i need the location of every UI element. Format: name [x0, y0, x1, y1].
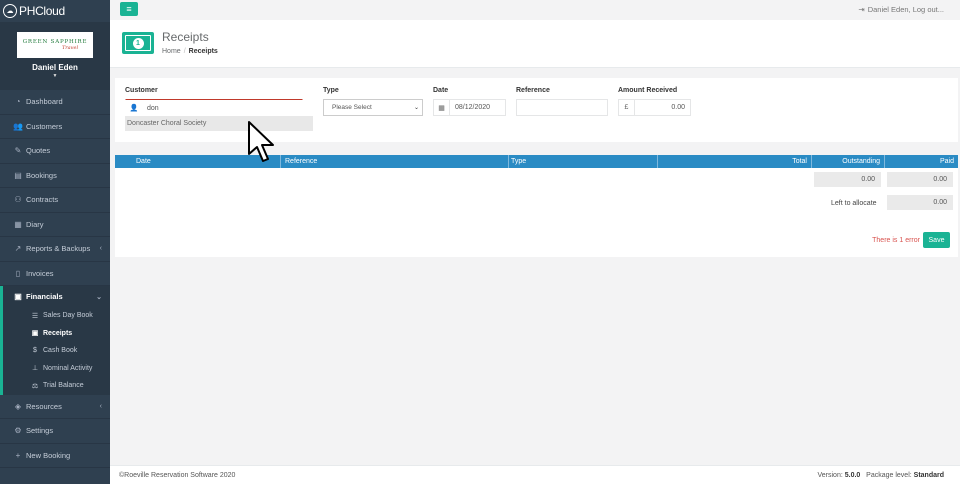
dollar-icon: $	[33, 347, 37, 355]
balance-icon: ⚖	[31, 382, 39, 390]
amount-label: Amount Received	[618, 87, 678, 94]
page-heading: 1 Receipts Home / Receipts	[110, 20, 960, 68]
file-icon: ▯	[15, 268, 21, 278]
left-to-allocate-label: Left to allocate	[831, 200, 877, 207]
date-input[interactable]: ▦ 08/12/2020	[433, 99, 506, 116]
cloud-logo-icon: ☁	[3, 4, 17, 18]
sidebar: ☁ PHCloud GREEN SAPPHIRE Travel Daniel E…	[0, 0, 110, 484]
company-logo: GREEN SAPPHIRE Travel	[17, 32, 93, 58]
customer-suggestion[interactable]: Doncaster Choral Society	[125, 116, 313, 131]
sidebar-nav: ◔ Dashboard 👥 Customers ✎ Quotes ▤ Bookings …	[0, 90, 110, 307]
customer-label: Customer	[125, 87, 158, 94]
sidebar-item-financials[interactable]: ▣ Financials ⌄	[0, 286, 110, 307]
type-select[interactable]: Please Select ⌄	[323, 99, 423, 116]
logout-link[interactable]: ⇥ Daniel Eden, Log out...	[858, 5, 944, 14]
page-title: Receipts	[162, 30, 209, 44]
sidebar-item-bookings[interactable]: ▤ Bookings	[0, 164, 110, 188]
sidebar-item-resources[interactable]: ◈ Resources ‹	[0, 395, 110, 419]
chevron-down-icon: ⌄	[413, 105, 419, 111]
outstanding-total: 0.00	[814, 172, 881, 187]
mouse-cursor-icon	[248, 121, 274, 162]
money-icon: ▣	[31, 330, 39, 338]
breadcrumb: Home / Receipts	[162, 48, 218, 55]
footer: ©Roeville Reservation Software 2020 Vers…	[110, 465, 960, 484]
menu-toggle-button[interactable]: ≡	[120, 2, 138, 16]
receipt-form: Customer 👤 don Doncaster Choral Society …	[115, 78, 958, 142]
customer-input[interactable]: 👤 don	[125, 99, 303, 116]
calendar-icon: ▦	[14, 219, 22, 229]
plus-icon: +	[15, 450, 21, 460]
breadcrumb-home[interactable]: Home	[162, 48, 181, 55]
sidebar-item-settings[interactable]: ⚙ Settings	[0, 419, 110, 444]
profile-user-name[interactable]: Daniel Eden	[32, 63, 78, 72]
profile: GREEN SAPPHIRE Travel Daniel Eden ▼	[0, 22, 110, 90]
money-bill-icon: 1	[122, 32, 154, 54]
paid-total: 0.00	[887, 172, 953, 187]
amount-input[interactable]: £ 0.00	[618, 99, 691, 116]
left-to-allocate-value: 0.00	[887, 195, 953, 210]
allocation-table: Date Reference Type Total Outstanding Pa…	[115, 155, 958, 257]
reference-input[interactable]	[516, 99, 608, 116]
calendar-icon: ▦	[434, 100, 450, 115]
col-total[interactable]: Total	[658, 155, 812, 168]
chart-icon: ↗	[14, 244, 22, 254]
user-icon: 👤	[129, 105, 139, 112]
sidebar-item-trial-balance[interactable]: ⚖ Trial Balance	[0, 377, 110, 395]
sidebar-item-contracts[interactable]: ⚇ Contracts	[0, 188, 110, 213]
sidebar-item-sales-day-book[interactable]: ☰ Sales Day Book	[0, 307, 110, 325]
breadcrumb-current: Receipts	[188, 48, 218, 55]
sidebar-item-cash-book[interactable]: $ Cash Book	[0, 342, 110, 360]
sidebar-item-new-booking[interactable]: + New Booking	[0, 444, 110, 468]
sidebar-item-receipts[interactable]: ▣ Receipts	[0, 324, 110, 342]
list-icon: ☰	[31, 312, 39, 320]
col-paid[interactable]: Paid	[885, 155, 958, 168]
save-button[interactable]: Save	[923, 232, 950, 248]
cogs-icon: ⚙	[14, 426, 22, 436]
top-bar: ≡ ⇥ Daniel Eden, Log out...	[110, 0, 960, 20]
error-message: There is 1 error	[872, 237, 920, 244]
hamburger-icon: ≡	[126, 4, 132, 14]
pencil-icon: ✎	[14, 146, 22, 156]
sign-out-icon: ⇥	[858, 5, 865, 14]
table-header: Date Reference Type Total Outstanding Pa…	[115, 155, 958, 168]
brand-name: PHCloud	[19, 4, 65, 18]
footer-copyright: ©Roeville Reservation Software 2020	[119, 472, 236, 479]
users-icon: 👥	[13, 121, 23, 131]
type-label: Type	[323, 87, 339, 94]
sidebar-item-diary[interactable]: ▦ Diary	[0, 213, 110, 237]
col-reference[interactable]: Reference	[281, 155, 509, 168]
reference-label: Reference	[516, 87, 550, 94]
sidebar-item-invoices[interactable]: ▯ Invoices	[0, 262, 110, 286]
sidebar-nav-bottom: ◈ Resources ‹ ⚙ Settings + New Booking	[0, 395, 110, 468]
chevron-down-icon: ⌄	[96, 293, 102, 301]
brand[interactable]: ☁ PHCloud	[0, 0, 110, 22]
sitemap-icon: ⊥	[31, 365, 39, 373]
sidebar-item-reports[interactable]: ↗ Reports & Backups ‹	[0, 237, 110, 262]
caret-down-icon[interactable]: ▼	[53, 73, 58, 79]
date-label: Date	[433, 87, 449, 94]
sidebar-item-quotes[interactable]: ✎ Quotes	[0, 139, 110, 164]
chevron-left-icon: ‹	[99, 245, 102, 253]
book-icon: ▤	[14, 170, 22, 180]
col-type[interactable]: Type	[509, 155, 658, 168]
sidebar-item-nominal-activity[interactable]: ⊥ Nominal Activity	[0, 359, 110, 377]
handshake-icon: ⚇	[14, 195, 22, 205]
dashboard-icon: ◔	[15, 97, 21, 107]
cube-icon: ◈	[14, 401, 22, 411]
money-icon: ▣	[14, 292, 22, 301]
footer-version: Version: 5.0.0 Package level: Standard	[817, 472, 945, 479]
chevron-left-icon: ‹	[99, 402, 102, 410]
sidebar-item-customers[interactable]: 👥 Customers	[0, 115, 110, 139]
currency-symbol: £	[619, 100, 635, 115]
sidebar-item-dashboard[interactable]: ◔ Dashboard	[0, 90, 110, 115]
col-outstanding[interactable]: Outstanding	[812, 155, 885, 168]
financials-submenu: ☰ Sales Day Book ▣ Receipts $ Cash Book ⊥ No…	[0, 307, 110, 395]
